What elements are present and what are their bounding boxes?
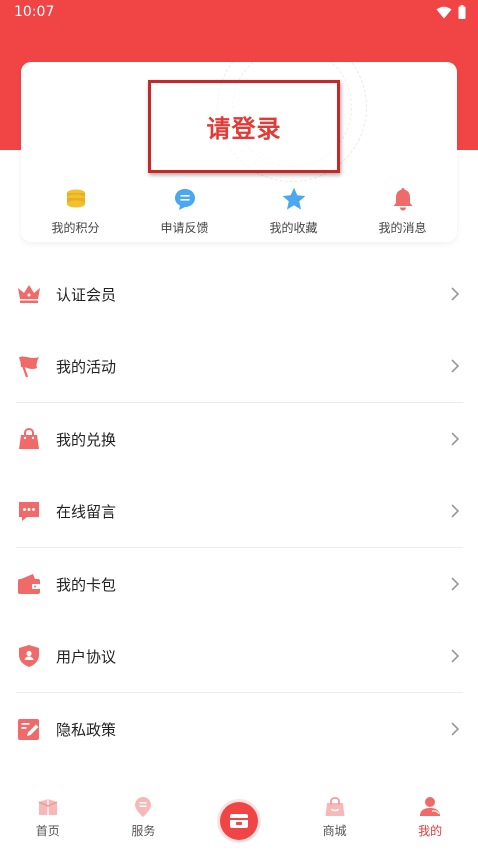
shortcut-messages[interactable]: 我的消息 — [348, 186, 457, 236]
shortcut-label: 我的积分 — [51, 221, 100, 235]
menu-item-user-agreement[interactable]: 用户协议 — [16, 621, 463, 693]
chevron-right-icon — [451, 649, 460, 663]
shortcut-label: 申请反馈 — [160, 221, 209, 235]
chevron-right-icon — [451, 504, 460, 518]
shopping-bag-icon — [16, 426, 42, 452]
shortcut-favorites[interactable]: 我的收藏 — [239, 186, 348, 236]
tab-center-action[interactable] — [191, 786, 287, 851]
menu-item-my-activities[interactable]: 我的活动 — [16, 331, 463, 403]
battery-icon — [458, 5, 466, 19]
shortcut-points[interactable]: 我的积分 — [21, 186, 130, 236]
tab-home[interactable]: 首页 — [0, 786, 96, 851]
login-prompt-text: 请登录 — [206, 115, 282, 143]
tab-label: 商城 — [322, 824, 347, 838]
menu-item-label: 用户协议 — [56, 647, 117, 666]
menu-list: 认证会员 我的活动 我的兑换 在线留言 我的卡包 用户协议 隐私政策 — [16, 258, 463, 766]
shortcut-label: 我的消息 — [378, 221, 427, 235]
menu-item-label: 我的兑换 — [56, 430, 117, 449]
chevron-right-icon — [451, 359, 460, 373]
chevron-right-icon — [451, 577, 460, 591]
wallet-icon — [16, 571, 42, 597]
location-pin-icon — [132, 796, 154, 818]
shortcut-label: 我的收藏 — [269, 221, 318, 235]
bell-icon — [390, 186, 416, 212]
coins-icon — [63, 186, 89, 212]
star-icon — [281, 186, 307, 212]
menu-item-member-verification[interactable]: 认证会员 — [16, 258, 463, 331]
flag-icon — [16, 353, 42, 379]
edit-document-icon — [16, 716, 42, 742]
tab-label: 服务 — [131, 824, 156, 838]
user-card: 请登录 我的积分 申请反馈 我的收藏 我的消息 — [21, 62, 457, 242]
crown-icon — [16, 281, 42, 307]
bottom-tab-bar: 首页 服务 商城 我的 — [0, 786, 478, 851]
chevron-right-icon — [451, 432, 460, 446]
home-icon — [37, 796, 59, 818]
user-icon — [419, 796, 441, 818]
wifi-icon — [436, 6, 452, 18]
tab-label: 我的 — [418, 824, 443, 838]
status-time: 10:07 — [14, 4, 55, 20]
menu-item-privacy-policy[interactable]: 隐私政策 — [16, 693, 463, 766]
tab-services[interactable]: 服务 — [96, 786, 192, 851]
menu-item-label: 隐私政策 — [56, 720, 117, 739]
menu-item-online-message[interactable]: 在线留言 — [16, 476, 463, 548]
shop-bag-icon — [324, 796, 346, 818]
tab-label: 首页 — [35, 824, 60, 838]
tab-mine[interactable]: 我的 — [382, 786, 478, 851]
menu-item-label: 我的卡包 — [56, 575, 117, 594]
menu-item-label: 认证会员 — [56, 285, 117, 304]
menu-item-my-card-wallet[interactable]: 我的卡包 — [16, 548, 463, 621]
chevron-right-icon — [451, 287, 460, 301]
shield-user-icon — [16, 643, 42, 669]
shortcut-feedback[interactable]: 申请反馈 — [130, 186, 239, 236]
chat-bubble-icon — [172, 186, 198, 212]
message-icon — [16, 498, 42, 524]
shortcut-row: 我的积分 申请反馈 我的收藏 我的消息 — [21, 186, 457, 236]
login-prompt-button[interactable]: 请登录 — [148, 80, 340, 173]
menu-item-label: 我的活动 — [56, 357, 117, 376]
menu-item-my-redemptions[interactable]: 我的兑换 — [16, 403, 463, 476]
menu-item-label: 在线留言 — [56, 502, 117, 521]
center-card-icon — [219, 802, 258, 840]
chevron-right-icon — [451, 722, 460, 736]
tab-mall[interactable]: 商城 — [287, 786, 383, 851]
status-bar: 10:07 — [0, 0, 478, 24]
